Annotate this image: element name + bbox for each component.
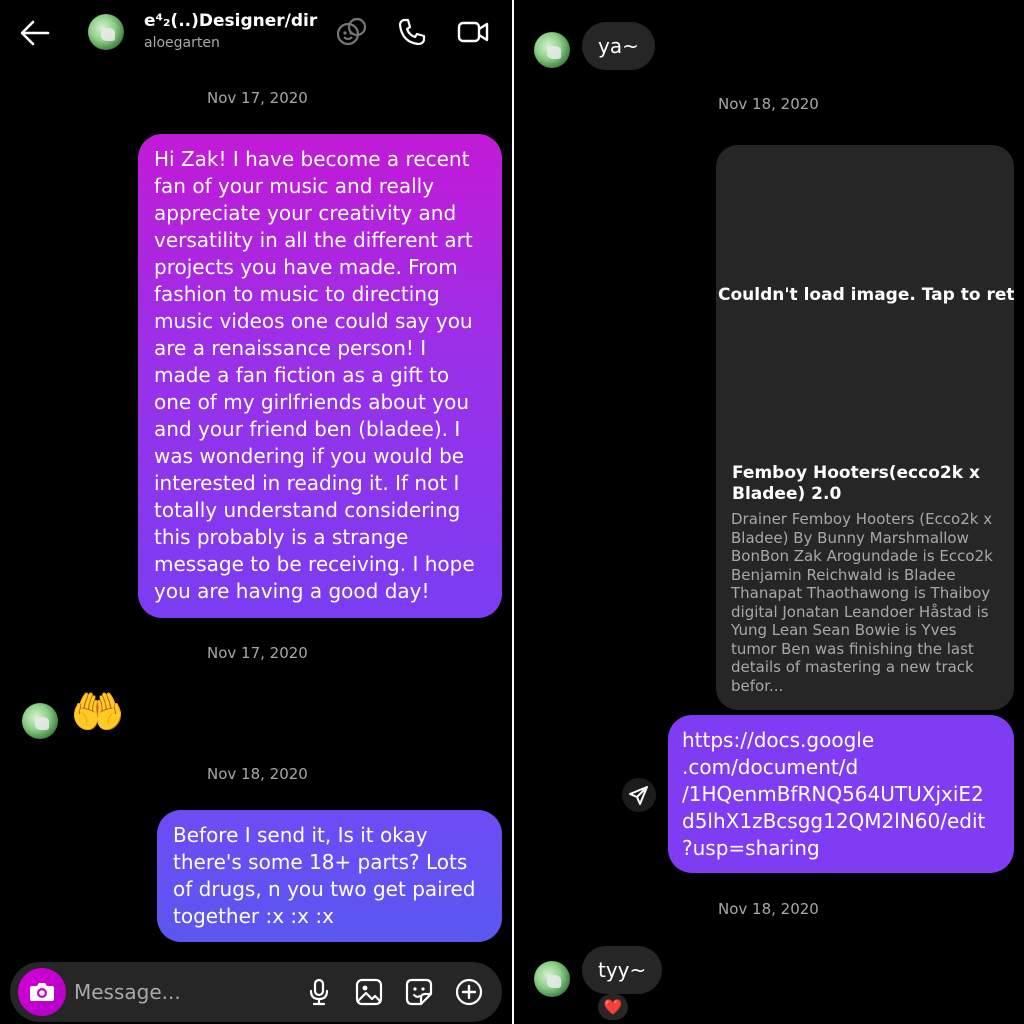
link-preview-title: Femboy Hooters(ecco2k x Bladee) 2.0 xyxy=(732,463,980,504)
sticker-icon[interactable] xyxy=(404,977,434,1007)
left-chat-panel: e⁴₂(..)Designer/dir aloegarten Nov 17, 2… xyxy=(0,0,512,1024)
microphone-icon[interactable] xyxy=(304,977,334,1007)
date-separator: Nov 18, 2020 xyxy=(718,95,819,113)
link-preview-card[interactable]: Couldn't load image. Tap to retry. Fembo… xyxy=(716,145,1014,710)
plus-circle-icon[interactable] xyxy=(454,977,484,1007)
contact-avatar-small[interactable] xyxy=(534,32,570,68)
image-load-error[interactable]: Couldn't load image. Tap to retry. xyxy=(718,285,1014,305)
date-separator: Nov 18, 2020 xyxy=(207,765,308,783)
video-camera-icon[interactable] xyxy=(456,16,489,48)
contact-avatar-small[interactable] xyxy=(22,703,58,739)
received-message-bubble[interactable]: ya~ xyxy=(582,22,655,70)
camera-icon xyxy=(30,983,54,1001)
message-composer xyxy=(10,962,502,1022)
received-message-bubble[interactable]: tyy~ xyxy=(582,946,663,994)
sent-link-message[interactable]: https://docs.google .com/document/d /1HQ… xyxy=(668,715,1014,873)
contact-username[interactable]: aloegarten xyxy=(144,35,220,51)
contact-avatar[interactable] xyxy=(88,14,124,50)
camera-button[interactable] xyxy=(18,968,66,1016)
heart-reaction[interactable]: ❤️ xyxy=(598,994,628,1020)
date-separator: Nov 18, 2020 xyxy=(718,900,819,918)
effects-icon[interactable] xyxy=(336,16,368,48)
phone-icon[interactable] xyxy=(396,16,428,48)
message-input[interactable] xyxy=(74,978,294,1006)
sent-message-bubble[interactable]: Before I send it, Is it okay there's som… xyxy=(157,810,502,942)
send-icon[interactable] xyxy=(622,778,656,812)
link-preview-description: Drainer Femboy Hooters (Ecco2k x Bladee)… xyxy=(731,510,993,695)
contact-avatar-small[interactable] xyxy=(534,961,570,997)
right-chat-panel: ya~ Nov 18, 2020 Couldn't load image. Ta… xyxy=(514,0,1024,1024)
contact-name[interactable]: e⁴₂(..)Designer/dir xyxy=(144,11,317,31)
date-separator: Nov 17, 2020 xyxy=(207,89,308,107)
sent-message-bubble[interactable]: Hi Zak! I have become a recent fan of yo… xyxy=(138,134,502,618)
received-emoji-message[interactable]: 🤲 xyxy=(70,688,125,738)
back-arrow-icon[interactable] xyxy=(18,16,52,50)
image-icon[interactable] xyxy=(354,977,384,1007)
date-separator: Nov 17, 2020 xyxy=(207,644,308,662)
